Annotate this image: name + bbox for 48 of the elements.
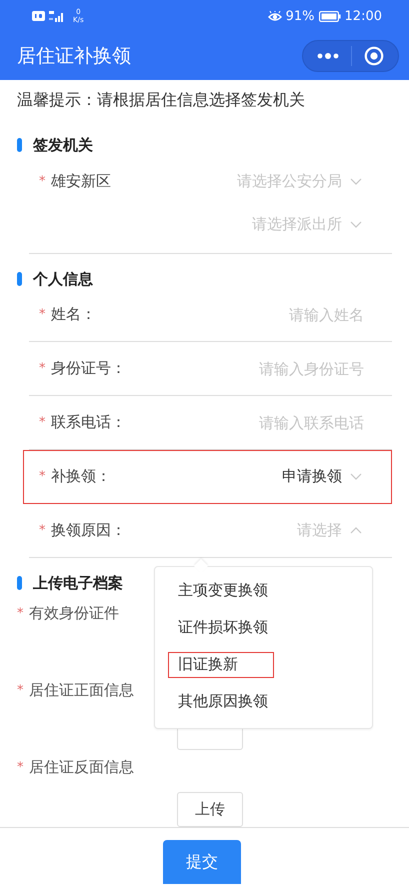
clock-time: 12:00 xyxy=(344,8,382,24)
field-label: 有效身份证件 xyxy=(29,604,119,622)
section-title: 个人信息 xyxy=(33,270,93,288)
eye-icon xyxy=(268,10,282,22)
dropdown-option[interactable]: 主项变更换领 xyxy=(178,581,268,600)
field-label: 补换领： xyxy=(51,467,111,486)
page-title: 居住证补换领 xyxy=(17,44,131,69)
battery-percent: 91% xyxy=(286,8,315,24)
required-mark: * xyxy=(38,523,46,538)
field-label: 居住证反面信息 xyxy=(29,758,134,776)
section-marker-icon xyxy=(17,576,22,590)
required-mark: * xyxy=(38,361,46,376)
dropdown-option[interactable]: 其他原因换领 xyxy=(178,692,268,711)
field-label: 姓名： xyxy=(51,305,96,324)
more-icon[interactable] xyxy=(317,53,339,59)
required-mark: * xyxy=(16,682,24,698)
section-title: 签发机关 xyxy=(33,136,93,154)
battery-icon xyxy=(318,10,341,22)
hd-icon xyxy=(32,11,45,21)
signal-icon xyxy=(49,10,65,22)
field-label: 联系电话： xyxy=(51,413,126,432)
required-mark: * xyxy=(38,174,46,189)
field-label: 身份证号： xyxy=(51,359,126,378)
required-mark: * xyxy=(16,760,24,774)
select-field[interactable]: 申请换领 xyxy=(282,467,362,486)
text-field[interactable]: 请输入身份证号 xyxy=(126,360,364,378)
field-label: 雄安新区 xyxy=(51,172,111,191)
field-label: 换领原因： xyxy=(51,521,126,540)
submit-button[interactable]: 提交 xyxy=(163,840,241,884)
text-field[interactable]: 请输入姓名 xyxy=(96,306,364,324)
chevron-down-icon xyxy=(350,178,362,185)
text-field[interactable]: 请输入联系电话 xyxy=(126,414,364,432)
section-marker-icon xyxy=(17,272,22,286)
required-mark: * xyxy=(38,307,46,322)
dropdown-option[interactable]: 旧证换新 xyxy=(178,655,238,674)
notice-text: 温馨提示：请根据居住信息选择签发机关 xyxy=(16,89,306,111)
close-icon[interactable] xyxy=(364,46,384,66)
chevron-down-icon xyxy=(350,473,362,480)
required-mark: * xyxy=(38,415,46,430)
required-mark: * xyxy=(38,469,46,484)
section-marker-icon xyxy=(17,138,22,152)
field-label: 居住证正面信息 xyxy=(29,680,134,700)
required-mark: * xyxy=(16,606,24,620)
upload-button[interactable]: 上传 xyxy=(177,792,243,827)
section-title: 上传电子档案 xyxy=(33,574,123,592)
chevron-down-icon xyxy=(350,221,362,228)
dropdown-option[interactable]: 证件损坏换领 xyxy=(178,618,268,637)
chevron-up-icon xyxy=(350,527,362,534)
